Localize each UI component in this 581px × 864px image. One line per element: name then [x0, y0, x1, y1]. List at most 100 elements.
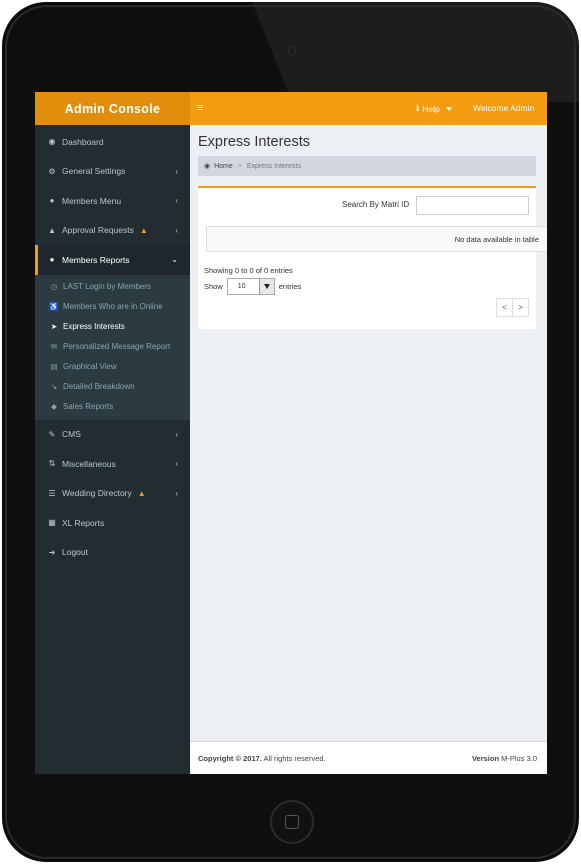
- submenu-item-express-interests[interactable]: ➤ Express Interests: [35, 317, 190, 337]
- sidebar: ◉ Dashboard ⚙ General Settings ‹ ● Membe…: [35, 125, 190, 774]
- notification-bell-icon: ▲: [137, 488, 146, 498]
- submenu-label: Sales Reports: [63, 402, 114, 411]
- breadcrumb: ◉ Home > Express Interests: [198, 156, 536, 176]
- submenu-item-graphical-view[interactable]: ▤ Graphical View: [35, 357, 190, 377]
- breadcrumb-home-link[interactable]: Home: [214, 163, 233, 170]
- chevron-left-icon: ‹: [175, 459, 178, 468]
- notification-bell-icon: ▲: [139, 225, 148, 235]
- chevron-left-icon: ‹: [175, 429, 178, 439]
- submenu-item-online-members[interactable]: ♿ Members Who are in Online: [35, 297, 190, 317]
- cogs-icon: ⚙: [48, 166, 56, 176]
- edit-icon: ✎: [48, 429, 56, 439]
- bar-chart-icon: ▤: [50, 362, 58, 371]
- page-title: Express Interests: [198, 134, 311, 150]
- breadcrumb-separator: >: [237, 162, 242, 170]
- search-input[interactable]: [416, 196, 529, 215]
- bezel-reflection: [252, 2, 579, 102]
- sidebar-item-label: Logout: [62, 547, 88, 558]
- submenu-item-personalized-message[interactable]: ✉ Personalized Message Report: [35, 337, 190, 357]
- camera-icon: [287, 46, 297, 56]
- sidebar-item-xl-reports[interactable]: ▦ XL Reports: [35, 508, 190, 538]
- dropdown-arrow-icon: [258, 279, 274, 294]
- version-value: M-Plus 3.0: [499, 754, 537, 763]
- brand-logo[interactable]: Admin Console: [35, 92, 190, 125]
- paper-plane-icon: ➤: [50, 322, 58, 331]
- home-square-icon: [285, 815, 299, 829]
- wheelchair-icon: ♿: [49, 302, 59, 311]
- sidebar-toggle-icon[interactable]: ≡: [197, 102, 203, 114]
- next-page-button[interactable]: >: [512, 298, 529, 317]
- admin-screen: Admin Console ≡ ℹ Help Welcome Admin ◉ D…: [35, 92, 547, 774]
- sidebar-item-label: Wedding Directory: [62, 488, 132, 499]
- top-navbar: Admin Console ≡ ℹ Help Welcome Admin: [35, 92, 547, 125]
- chevron-left-icon: ‹: [175, 166, 178, 176]
- submenu-label: Detailed Breakdown: [63, 382, 135, 391]
- sidebar-item-label: XL Reports: [62, 517, 105, 528]
- submenu-label: Graphical View: [63, 362, 117, 371]
- page-length-value: 10: [237, 283, 246, 290]
- sidebar-item-members-menu[interactable]: ● Members Menu ‹: [35, 186, 190, 216]
- sidebar-item-label: Miscellaneous: [62, 458, 116, 469]
- help-label: Help: [422, 103, 440, 114]
- footer: Copyright © 2017. All rights reserved. V…: [190, 741, 547, 774]
- table-info: Showing 0 to 0 of 0 entries: [204, 266, 293, 275]
- copyright-bold: Copyright © 2017.: [198, 754, 262, 763]
- version-label: Version: [471, 754, 500, 763]
- version-info: Version M-Plus 3.0: [472, 754, 537, 763]
- envelope-icon: ✉: [50, 342, 58, 351]
- chevron-left-icon: ‹: [175, 488, 178, 498]
- empty-table-row: No data available in table: [206, 226, 547, 252]
- signpost-icon: ⇅: [48, 459, 56, 469]
- breadcrumb-current: Express Interests: [246, 162, 301, 170]
- submenu-item-sales-reports[interactable]: ◆ Sales Reports: [35, 397, 190, 417]
- sign-out-icon: ➜: [48, 547, 56, 557]
- welcome-user[interactable]: Welcome Admin: [473, 103, 534, 113]
- chevron-left-icon: ‹: [175, 196, 178, 205]
- tags-icon: ◆: [51, 402, 57, 411]
- file-excel-icon: ▦: [48, 518, 56, 528]
- clock-icon: ◷: [50, 282, 58, 291]
- sidebar-item-dashboard[interactable]: ◉ Dashboard: [35, 127, 190, 157]
- chevron-down-icon: ⌄: [171, 255, 178, 264]
- sidebar-item-approval-requests[interactable]: ▲ Approval Requests ▲ ‹: [35, 216, 190, 246]
- page-length-select[interactable]: 10: [226, 278, 275, 295]
- dashboard-icon: ◉: [48, 137, 56, 147]
- sidebar-item-label: Dashboard: [62, 136, 104, 147]
- sidebar-item-cms[interactable]: ✎ CMS ‹: [35, 420, 190, 450]
- dashboard-icon: ◉: [204, 163, 211, 170]
- sidebar-item-label: CMS: [62, 429, 81, 440]
- sidebar-item-label: Approval Requests: [62, 225, 134, 236]
- sidebar-item-logout[interactable]: ➜ Logout: [35, 538, 190, 568]
- copyright-rest: All rights reserved.: [261, 754, 326, 763]
- prev-page-button[interactable]: <: [496, 298, 513, 317]
- show-label: Show: [204, 282, 223, 291]
- sidebar-item-label: Members Reports: [62, 254, 130, 265]
- chevron-left-icon: ‹: [175, 225, 178, 235]
- submenu-label: Express Interests: [63, 322, 125, 331]
- help-menu[interactable]: ℹ Help: [416, 103, 452, 114]
- line-chart-icon: ↘: [50, 382, 58, 391]
- bell-icon: ▲: [48, 225, 56, 235]
- sidebar-item-label: Members Menu: [62, 195, 122, 206]
- sidebar-item-miscellaneous[interactable]: ⇅ Miscellaneous ‹: [35, 449, 190, 479]
- user-icon: ●: [49, 196, 55, 206]
- submenu-item-detailed-breakdown[interactable]: ↘ Detailed Breakdown: [35, 377, 190, 397]
- submenu-item-last-login[interactable]: ◷ LAST Login by Members: [35, 277, 190, 297]
- sidebar-item-wedding-directory[interactable]: ☰ Wedding Directory ▲ ‹: [35, 479, 190, 509]
- submenu-label: LAST Login by Members: [63, 282, 151, 291]
- info-icon: ℹ: [416, 103, 420, 113]
- sidebar-item-general-settings[interactable]: ⚙ General Settings ‹: [35, 157, 190, 187]
- database-icon: ☰: [48, 488, 56, 498]
- caret-down-icon: [445, 106, 452, 111]
- results-box: Search By Matri ID No data available in …: [198, 186, 547, 329]
- submenu-label: Members Who are in Online: [63, 302, 163, 311]
- content-area: Express Interests ◉ Home > Express Inter…: [190, 125, 547, 741]
- home-button[interactable]: [270, 800, 314, 844]
- copyright: Copyright © 2017. All rights reserved.: [198, 754, 326, 763]
- members-reports-submenu: ◷ LAST Login by Members ♿ Members Who ar…: [35, 274, 190, 420]
- search-label: Search By Matri ID: [342, 200, 410, 209]
- users-icon: ●: [49, 255, 55, 265]
- sidebar-item-members-reports[interactable]: ● Members Reports ⌄: [35, 245, 190, 275]
- submenu-label: Personalized Message Report: [63, 342, 171, 351]
- entries-label: entries: [278, 282, 302, 291]
